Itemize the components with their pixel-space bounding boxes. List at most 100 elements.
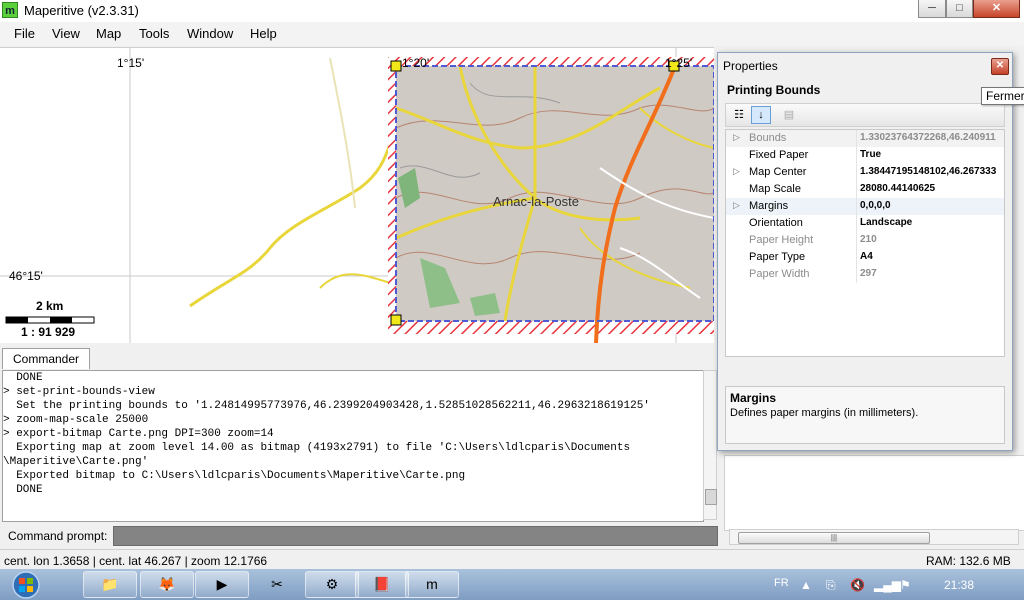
property-toolbar: ☷ ↓ ▤	[725, 103, 1005, 127]
property-row-paper-height[interactable]: Paper Height 210	[726, 232, 1004, 249]
language-indicator[interactable]: FR	[774, 577, 789, 589]
status-ram: RAM: 132.6 MB	[926, 554, 1011, 568]
map-view[interactable]: 1°15' 1°25' 1°20' 46°15' Arnac-la-Poste …	[0, 47, 714, 343]
menu-help[interactable]: Help	[250, 26, 277, 41]
expand-icon[interactable]: ▷	[733, 200, 740, 211]
property-name: Margins	[749, 200, 789, 212]
lon-label-3: 1°20'	[402, 56, 430, 70]
pdf-taskbar-icon[interactable]: 📕	[355, 571, 409, 598]
property-value[interactable]: Landscape	[860, 217, 912, 228]
close-icon[interactable]: ✕	[991, 58, 1009, 75]
property-value[interactable]: A4	[860, 251, 873, 262]
lon-label-1: 1°15'	[117, 56, 145, 70]
map-canvas[interactable]	[0, 48, 714, 343]
window-title: Maperitive (v2.3.31)	[24, 3, 139, 18]
scale-distance: 2 km	[36, 299, 64, 313]
property-name: Paper Height	[749, 234, 814, 246]
console-line: > export-bitmap Carte.png DPI=300 zoom=1…	[3, 428, 274, 440]
title-bar: m Maperitive (v2.3.31) ─ □ ✕	[0, 0, 1024, 22]
menu-bar: File View Map Tools Window Help	[0, 22, 1024, 46]
property-grid: ▷ Bounds 1.33023764372268,46.240911 Fixe…	[725, 129, 1005, 357]
console-line: Exporting map at zoom level 14.00 as bit…	[3, 442, 631, 454]
network-icon[interactable]: ▂▄▆	[874, 578, 901, 592]
scroll-thumb[interactable]: |||	[738, 532, 930, 544]
properties-panel: Properties ✕ Printing Bounds ☷ ↓ ▤ ▷ Bou…	[717, 52, 1013, 451]
console-line: DONE	[3, 372, 43, 384]
explorer-taskbar-icon[interactable]: 📁	[83, 571, 137, 598]
close-button[interactable]: ✕	[973, 0, 1020, 18]
expand-icon[interactable]: ▷	[733, 132, 740, 143]
side-panel	[724, 455, 1024, 531]
status-bar: cent. lon 1.3658 | cent. lat 46.267 | zo…	[0, 549, 1024, 570]
lon-label-2: 1°25'	[665, 56, 693, 70]
maximize-button[interactable]: □	[946, 0, 973, 18]
command-prompt-input[interactable]	[113, 526, 718, 546]
property-row-bounds[interactable]: ▷ Bounds 1.33023764372268,46.240911	[726, 130, 1004, 147]
property-description: Margins Defines paper margins (in millim…	[725, 386, 1005, 444]
tool-taskbar-icon[interactable]: ✂	[250, 571, 304, 598]
start-button[interactable]	[6, 570, 46, 599]
expand-icon[interactable]: ▷	[733, 166, 740, 177]
console-line: > zoom-map-scale 25000	[3, 414, 149, 426]
scroll-thumb[interactable]	[705, 489, 717, 505]
property-value[interactable]: 0,0,0,0	[860, 200, 891, 211]
property-row-orientation[interactable]: Orientation Landscape	[726, 215, 1004, 232]
property-name: Map Scale	[749, 183, 801, 195]
panel-title: Properties	[723, 59, 778, 73]
menu-file[interactable]: File	[14, 26, 35, 41]
firefox-taskbar-icon[interactable]: 🦊	[140, 571, 194, 598]
lat-label: 46°15'	[9, 269, 43, 283]
console-line: DONE	[3, 484, 43, 496]
property-value[interactable]: True	[860, 149, 881, 160]
property-row-margins[interactable]: ▷ Margins 0,0,0,0	[726, 198, 1004, 215]
action-center-icon[interactable]: ⚑	[900, 578, 911, 592]
property-name: Paper Type	[749, 251, 806, 263]
menu-window[interactable]: Window	[187, 26, 233, 41]
close-tooltip: Fermer	[981, 87, 1024, 105]
device-icon[interactable]: ⎘	[826, 578, 836, 593]
alphabetical-icon[interactable]: ↓	[751, 106, 771, 124]
property-value: 1.33023764372268,46.240911	[860, 132, 996, 143]
property-name: Orientation	[749, 217, 803, 229]
taskbar: 📁 🦊 ▶ ✂ ⚙ 📕 m FR ▲ ⎘ 🔇 ▂▄▆ ⚑ 21:38	[0, 569, 1024, 600]
property-name: Map Center	[749, 166, 807, 178]
menu-view[interactable]: View	[52, 26, 80, 41]
console-line: Set the printing bounds to '1.2481499577…	[3, 400, 650, 412]
menu-tools[interactable]: Tools	[139, 26, 169, 41]
property-value: 297	[860, 268, 877, 279]
tab-commander[interactable]: Commander	[2, 348, 90, 369]
app-icon: m	[2, 2, 18, 18]
console-line: > set-print-bounds-view	[3, 386, 155, 398]
scale-ratio: 1 : 91 929	[21, 325, 76, 339]
property-value[interactable]: 1.38447195148102,46.267333	[860, 166, 996, 177]
minimize-button[interactable]: ─	[918, 0, 946, 18]
console-scrollbar[interactable]	[703, 370, 717, 520]
town-label: Arnac-la-Poste	[493, 194, 579, 209]
property-name: Fixed Paper	[749, 149, 809, 161]
property-row-fixed-paper[interactable]: Fixed Paper True	[726, 147, 1004, 164]
chevron-up-icon[interactable]: ▲	[800, 578, 812, 592]
property-row-map-scale[interactable]: Map Scale 28080.44140625	[726, 181, 1004, 198]
app-taskbar-icon[interactable]: ⚙	[305, 571, 359, 598]
property-row-map-center[interactable]: ▷ Map Center 1.38447195148102,46.267333	[726, 164, 1004, 181]
categorized-icon[interactable]: ☷	[729, 106, 749, 124]
property-row-paper-type[interactable]: Paper Type A4	[726, 249, 1004, 266]
console-line: \Maperitive\Carte.png'	[3, 456, 149, 468]
property-name: Paper Width	[749, 268, 810, 280]
description-title: Margins	[730, 391, 777, 405]
prompt-label: Command prompt:	[8, 529, 108, 543]
property-pages-icon[interactable]: ▤	[779, 106, 799, 124]
property-row-paper-width[interactable]: Paper Width 297	[726, 266, 1004, 283]
horizontal-scrollbar[interactable]: |||	[729, 529, 1019, 545]
maperitive-taskbar-icon[interactable]: m	[405, 571, 459, 598]
status-position: cent. lon 1.3658 | cent. lat 46.267 | zo…	[4, 554, 268, 568]
command-output: DONE > set-print-bounds-view Set the pri…	[2, 370, 704, 522]
volume-icon[interactable]: 🔇	[850, 578, 865, 592]
description-text: Defines paper margins (in millimeters).	[730, 407, 919, 419]
property-value[interactable]: 28080.44140625	[860, 183, 935, 194]
property-value: 210	[860, 234, 877, 245]
clock[interactable]: 21:38	[944, 578, 974, 592]
property-name: Bounds	[749, 132, 787, 144]
menu-map[interactable]: Map	[96, 26, 121, 41]
media-player-taskbar-icon[interactable]: ▶	[195, 571, 249, 598]
